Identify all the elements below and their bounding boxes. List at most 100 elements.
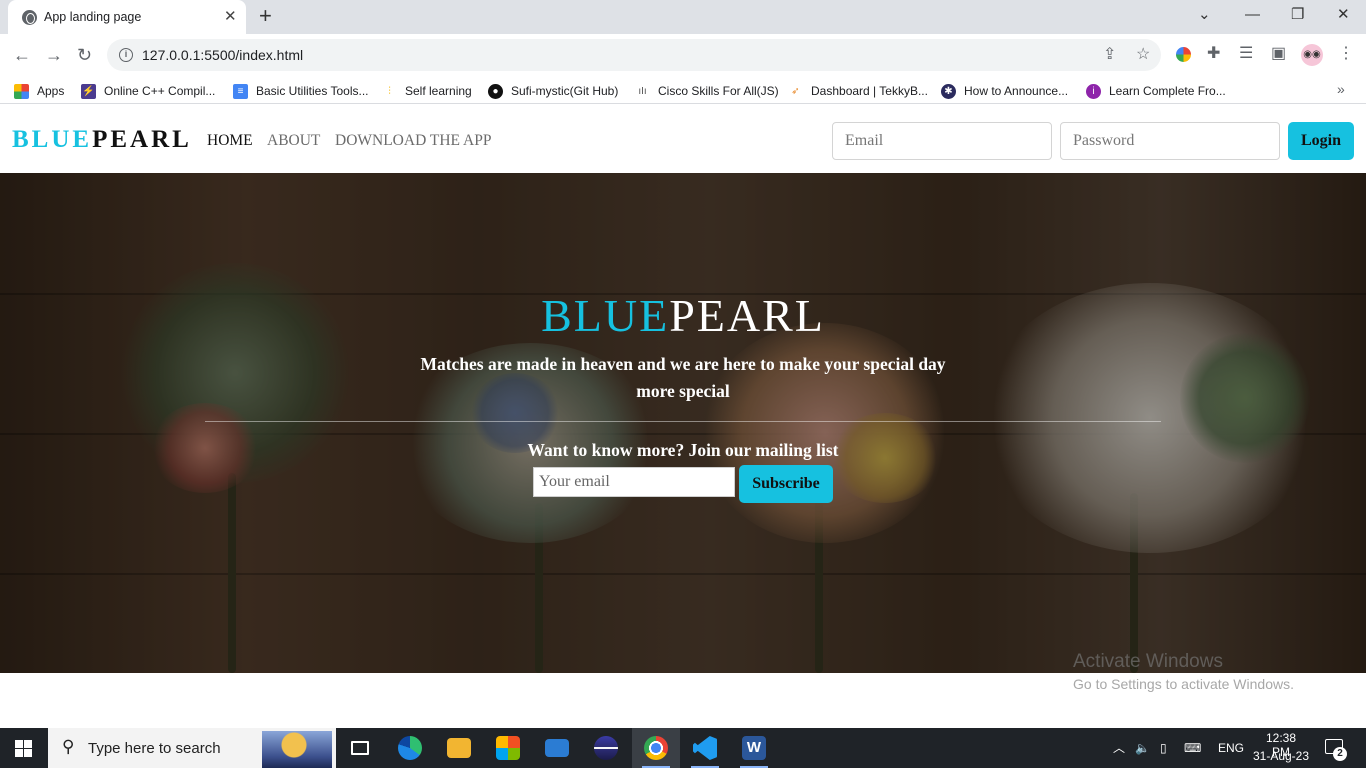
brand-blue-text: BLUE [12,126,93,153]
keyboard-icon[interactable]: ⌨ [1184,740,1201,756]
bookmark-github[interactable]: ● Sufi-mystic(Git Hub) [488,82,618,100]
side-panel-icon[interactable]: ▣ [1271,44,1286,64]
clock-date[interactable]: 31-Aug-23 [1250,749,1312,763]
chrome-icon [644,736,668,760]
github-icon: ● [488,83,503,99]
hero-tagline: Matches are made in heaven and we are he… [420,354,946,401]
taskbar-mail[interactable] [533,728,581,768]
bookmark-learn-complete[interactable]: i Learn Complete Fro... [1086,82,1226,100]
bookmark-label: How to Announce... [964,84,1069,98]
close-tab-icon[interactable]: ✕ [224,8,237,26]
chart-icon: ⫶ [388,85,391,97]
volume-icon[interactable]: 🔈 [1135,740,1150,756]
battery-icon[interactable]: ▯ [1160,740,1167,756]
bookmark-online-compiler[interactable]: ⚡ Online C++ Compil... [81,82,215,100]
store-icon [496,736,520,760]
taskbar-file-explorer[interactable] [435,728,483,768]
nav-link-download[interactable]: DOWNLOAD THE APP [335,132,491,150]
taskbar-vscode[interactable] [681,728,729,768]
bookmark-label: Sufi-mystic(Git Hub) [511,84,619,98]
hero-section: BLUEPEARL Matches are made in heaven and… [0,173,1366,673]
bookmark-label: Self learning [405,84,472,98]
windows-taskbar: ⚲ Type here to search W ︿ 🔈 ▯ ⌨ ENG 12:3… [0,728,1366,768]
apps-grid-icon [14,83,29,99]
compiler-icon: ⚡ [81,83,96,99]
browser-tab-strip: App landing page ✕ + ⌄ — ❐ ✕ [0,0,1366,34]
reading-list-icon[interactable]: ☰ [1239,44,1253,64]
tab-title: App landing page [44,10,142,24]
mail-icon [545,739,569,757]
browser-menu-icon[interactable]: ⋮ [1338,44,1354,64]
minimize-icon[interactable]: — [1245,5,1260,25]
bookmark-label: Cisco Skills For All(JS) [658,84,779,98]
hero-title-blue: BLUE [541,290,670,341]
search-placeholder: Type here to search [88,740,221,757]
taskbar-word[interactable]: W [730,728,778,768]
folder-icon [447,738,471,758]
taskbar-edge[interactable] [386,728,434,768]
vscode-icon [693,736,717,760]
activate-windows-title: Activate Windows [1073,651,1223,672]
notification-count-badge: 2 [1333,747,1347,761]
bookmark-tekky-dashboard[interactable]: ➶ Dashboard | TekkyB... [788,82,928,100]
show-hidden-icons-chevron-icon[interactable]: ︿ [1113,740,1125,756]
url-text[interactable]: 127.0.0.1:5500/index.html [142,47,303,63]
site-info-icon[interactable]: i [119,48,133,62]
profile-avatar[interactable]: ◉◉ [1301,44,1323,66]
subscribe-button[interactable]: Subscribe [739,465,833,503]
bookmark-cisco[interactable]: ıIı Cisco Skills For All(JS) [635,82,779,100]
bookmark-star-icon[interactable]: ☆ [1136,45,1150,65]
share-icon[interactable]: ⇪ [1103,45,1116,65]
forward-icon[interactable]: → [45,44,63,66]
bookmarks-bar: Apps ⚡ Online C++ Compil... ≡ Basic Util… [0,76,1366,104]
back-icon[interactable]: ← [13,44,31,66]
tekky-icon: ➶ [791,85,800,97]
site-navbar: BLUEPEARL HOME ABOUT DOWNLOAD THE APP Lo… [0,108,1366,173]
eclipse-icon [594,736,618,760]
tab-search-chevron-icon[interactable]: ⌄ [1198,5,1211,25]
restore-icon[interactable]: ❐ [1291,5,1304,25]
hero-dark-overlay [0,173,1366,673]
login-button[interactable]: Login [1288,122,1354,160]
bookmark-apps[interactable]: Apps [14,82,64,100]
taskbar-chrome[interactable] [632,728,680,768]
extensions-puzzle-icon[interactable]: ✚ [1207,44,1220,64]
mailing-list-heading: Want to know more? Join our mailing list [527,440,839,460]
cisco-icon: ıIı [638,85,647,97]
announce-icon: ✱ [941,83,956,99]
taskbar-eclipse[interactable] [582,728,630,768]
edge-icon [398,736,422,760]
windows-start-icon[interactable] [15,740,32,757]
more-bookmarks-icon[interactable]: » [1337,81,1345,97]
close-window-icon[interactable]: ✕ [1337,5,1350,25]
brand-dark-text: PEARL [92,126,192,153]
task-view-button[interactable] [336,728,384,768]
search-highlight-illustration [262,731,332,768]
password-field[interactable] [1060,122,1280,160]
browser-tab[interactable]: App landing page ✕ [8,0,246,34]
hero-divider [205,421,1161,422]
hero-title-white: PEARL [669,290,825,341]
search-icon: ⚲ [62,737,75,756]
newsletter-email-input[interactable] [533,467,735,497]
bookmark-label: Apps [37,84,65,98]
task-view-icon [351,741,369,755]
taskbar-store[interactable] [484,728,532,768]
address-bar[interactable]: i 127.0.0.1:5500/index.html ⇪ ☆ [107,39,1161,71]
brand-logo[interactable]: BLUEPEARL [12,126,192,154]
hero-title: BLUEPEARL [0,289,1366,342]
email-field[interactable] [832,122,1052,160]
bookmark-basic-utilities[interactable]: ≡ Basic Utilities Tools... [233,82,368,100]
taskbar-search-box[interactable]: ⚲ Type here to search [48,728,336,768]
language-indicator[interactable]: ENG [1218,740,1244,756]
new-tab-icon[interactable]: + [259,4,272,28]
nav-link-home[interactable]: HOME [207,132,253,150]
bookmark-self-learning[interactable]: ⫶ Self learning [382,82,472,100]
bookmark-label: Basic Utilities Tools... [256,84,369,98]
reload-icon[interactable]: ↻ [77,44,92,66]
bookmark-how-to-announce[interactable]: ✱ How to Announce... [941,82,1068,100]
bookmark-label: Learn Complete Fro... [1109,84,1226,98]
color-picker-extension-icon[interactable] [1176,47,1191,62]
bookmark-label: Dashboard | TekkyB... [811,84,928,98]
nav-link-about[interactable]: ABOUT [267,132,320,150]
